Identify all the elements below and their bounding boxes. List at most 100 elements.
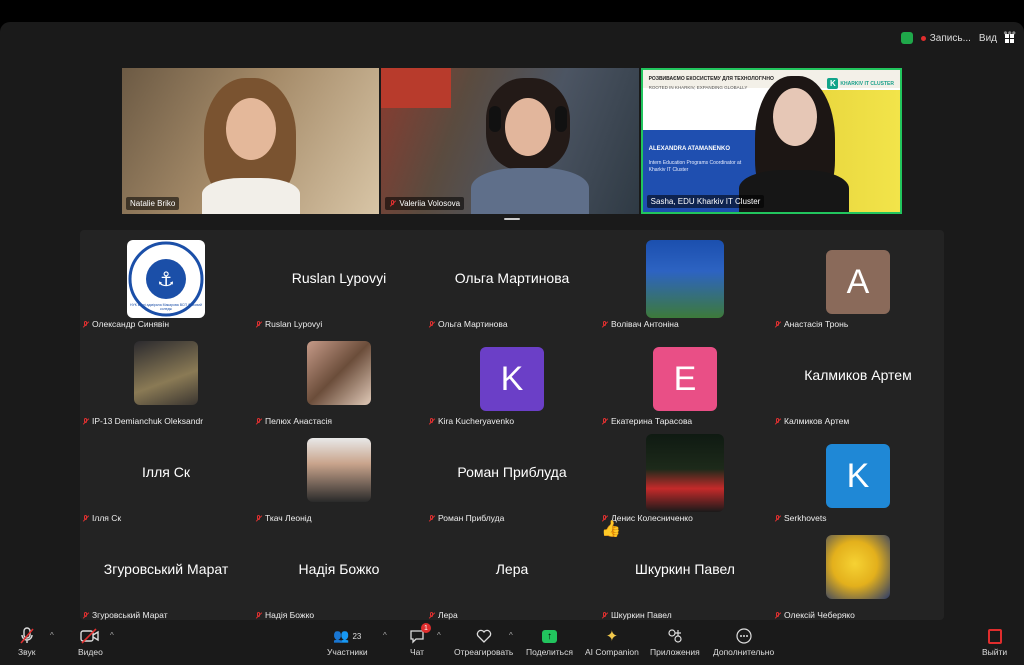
- college-emblem: ⚓ НУК імені адмірала Макарова ВСП Фаховий…: [127, 240, 205, 318]
- participant-tile[interactable]: Пелюх Анастасія: [253, 331, 425, 428]
- leave-button[interactable]: Выйти: [982, 625, 1007, 657]
- participant-name: Анастасія Тронь: [784, 319, 849, 329]
- participant-tile[interactable]: K Serkhovets: [772, 428, 944, 525]
- video-options-chevron-icon[interactable]: ^: [110, 631, 114, 640]
- participants-options-chevron-icon[interactable]: ^: [383, 631, 387, 640]
- participant-nameplate: Згуровський Марат: [82, 610, 168, 620]
- participant-name: Калмиков Артем: [784, 416, 850, 426]
- strip-resize-handle[interactable]: [504, 218, 520, 220]
- participant-name: Ольга Мартинова: [438, 319, 508, 329]
- participant-nameplate: IP-13 Demianchuk Oleksandr: [82, 416, 203, 426]
- apps-button[interactable]: Приложения: [650, 625, 700, 657]
- mic-muted-icon: [19, 625, 35, 647]
- participants-button[interactable]: 👥 23 Участники: [327, 625, 368, 657]
- share-button[interactable]: ↑ Поделиться: [526, 625, 573, 657]
- participant-display-name: Шкуркин Павел: [635, 561, 735, 577]
- participant-tile[interactable]: Ruslan Lypovyi Ruslan Lypovyi: [253, 234, 425, 331]
- active-speaker-tile[interactable]: РОЗВИВАЄМО ЕКОСИСТЕМУ ДЛЯ ТЕХНОЛОГІЧНО R…: [640, 68, 902, 214]
- anime-avatar: [134, 341, 198, 405]
- participant-tile[interactable]: IP-13 Demianchuk Oleksandr: [80, 331, 252, 428]
- participant-tile[interactable]: Ткач Леонід: [253, 428, 425, 525]
- participant-nameplate: Пелюх Анастасія: [255, 416, 332, 426]
- leave-label: Выйти: [982, 647, 1008, 657]
- initial-avatar: K: [480, 347, 544, 411]
- audio-options-chevron-icon[interactable]: ^: [50, 631, 54, 640]
- speaker-nameplate: Natalie Briko: [126, 197, 180, 210]
- speaker-strip: Natalie Briko Valeriia Volosova РОЗВИВАЄ…: [122, 68, 902, 214]
- ai-companion-button[interactable]: ✦ AI Companion: [585, 625, 639, 657]
- grid-view-icon: [1005, 33, 1014, 43]
- participant-tile[interactable]: Ольга Мартинова Ольга Мартинова: [426, 234, 598, 331]
- react-button[interactable]: Отреагировать: [454, 625, 513, 657]
- meeting-toolbar: Звук ^ Видео ^ 👥 23 Участники ^ 1 Чат ^: [0, 621, 1024, 665]
- view-label: Вид: [978, 32, 997, 44]
- portrait-man: [307, 438, 371, 502]
- participant-tile[interactable]: Згуровський Марат Згуровський Марат: [80, 525, 252, 622]
- video-label: Видео: [78, 647, 103, 657]
- recording-indicator[interactable]: Запись...: [920, 33, 971, 44]
- participant-gallery: ⚓ НУК імені адмірала Макарова ВСП Фаховий…: [80, 230, 944, 620]
- participant-tile[interactable]: Роман Приблуда Роман Приблуда: [426, 428, 598, 525]
- video-button[interactable]: Видео: [78, 625, 103, 657]
- mic-muted-icon: [774, 611, 781, 619]
- participant-nameplate: Шкуркин Павел: [601, 610, 672, 620]
- participant-tile[interactable]: Ілля Ск Ілля Ск: [80, 428, 252, 525]
- participant-nameplate: Калмиков Артем: [774, 416, 849, 426]
- slide-subheading: ROOTED IN KHARKIV, EXPANDING GLOBALLY: [648, 85, 748, 90]
- leave-door-icon: [987, 628, 1002, 644]
- participant-tile[interactable]: K Kira Kucheryavenko: [426, 331, 598, 428]
- participant-name: Олексій Чеберяко: [784, 610, 855, 620]
- audio-button[interactable]: Звук: [18, 625, 35, 657]
- mic-muted-icon: [774, 514, 781, 522]
- participant-nameplate: Ольга Мартинова: [428, 319, 508, 329]
- college-emblem-text: НУК імені адмірала Макарова ВСП Фаховий …: [130, 303, 202, 312]
- participant-tile[interactable]: Надія Божко Надія Божко: [253, 525, 425, 622]
- participant-name: Ілля Ск: [92, 513, 122, 523]
- react-options-chevron-icon[interactable]: ^: [509, 631, 513, 640]
- participant-nameplate: Ілля Ск: [82, 513, 121, 523]
- participant-name: Надія Божко: [265, 610, 315, 620]
- mic-muted-icon: [255, 320, 262, 328]
- apps-icon: [667, 625, 683, 647]
- speaker-nameplate: Valeriia Volosova: [385, 197, 465, 210]
- participant-tile[interactable]: Калмиков Артем Калмиков Артем: [772, 331, 944, 428]
- chat-options-chevron-icon[interactable]: ^: [437, 631, 441, 640]
- participant-nameplate: Лера: [428, 610, 458, 620]
- participant-tile[interactable]: Лера Лера: [426, 525, 598, 622]
- participant-name: Kira Kucheryavenko: [438, 416, 515, 426]
- security-shield-icon[interactable]: [900, 32, 913, 44]
- audio-label: Звук: [18, 647, 36, 657]
- participant-display-name: Ольга Мартинова: [454, 270, 570, 286]
- mic-muted-icon: [82, 417, 89, 425]
- portrait-woman: [646, 240, 724, 318]
- participant-nameplate: Анастасія Тронь: [774, 319, 848, 329]
- ai-companion-label: AI Companion: [585, 647, 639, 657]
- participant-tile[interactable]: Олексій Чеберяко: [772, 525, 944, 622]
- participant-name: Serkhovets: [784, 513, 827, 523]
- sparkle-icon: ✦: [605, 628, 619, 645]
- more-button[interactable]: Дополнительно: [713, 625, 774, 657]
- speaker-name: Natalie Briko: [130, 199, 176, 208]
- participant-nameplate: Екатерина Тарасова: [601, 416, 692, 426]
- mic-muted-icon: [601, 320, 608, 328]
- speaker-name: Sasha, EDU Kharkiv IT Cluster: [650, 197, 761, 206]
- speaker-tile[interactable]: Natalie Briko: [122, 68, 380, 214]
- participant-name: Екатерина Тарасова: [611, 416, 693, 426]
- view-button[interactable]: Вид: [979, 33, 1014, 44]
- chat-button[interactable]: 1 Чат: [409, 623, 431, 657]
- participant-nameplate: Роман Приблуда: [428, 513, 504, 523]
- participant-tile[interactable]: Волівач Антоніна: [599, 234, 771, 331]
- participant-nameplate: Надія Божко: [255, 610, 314, 620]
- participant-name: IP-13 Demianchuk Oleksandr: [92, 416, 204, 426]
- mic-muted-icon: [82, 320, 89, 328]
- participant-tile[interactable]: E Екатерина Тарасова: [599, 331, 771, 428]
- participant-tile[interactable]: A Анастасія Тронь: [772, 234, 944, 331]
- speaker-tile[interactable]: Valeriia Volosova: [381, 68, 639, 214]
- participant-name: Олександр Синявін: [92, 319, 170, 329]
- chat-label: Чат: [409, 647, 425, 657]
- participant-tile[interactable]: Шкуркин Павел 👍 Шкуркин Павел: [599, 521, 771, 622]
- participant-tile[interactable]: ⚓ НУК імені адмірала Макарова ВСП Фаховий…: [80, 234, 252, 331]
- mic-muted-icon: [428, 611, 435, 619]
- mic-muted-icon: [428, 320, 435, 328]
- participant-tile[interactable]: Денис Колесниченко: [599, 428, 771, 525]
